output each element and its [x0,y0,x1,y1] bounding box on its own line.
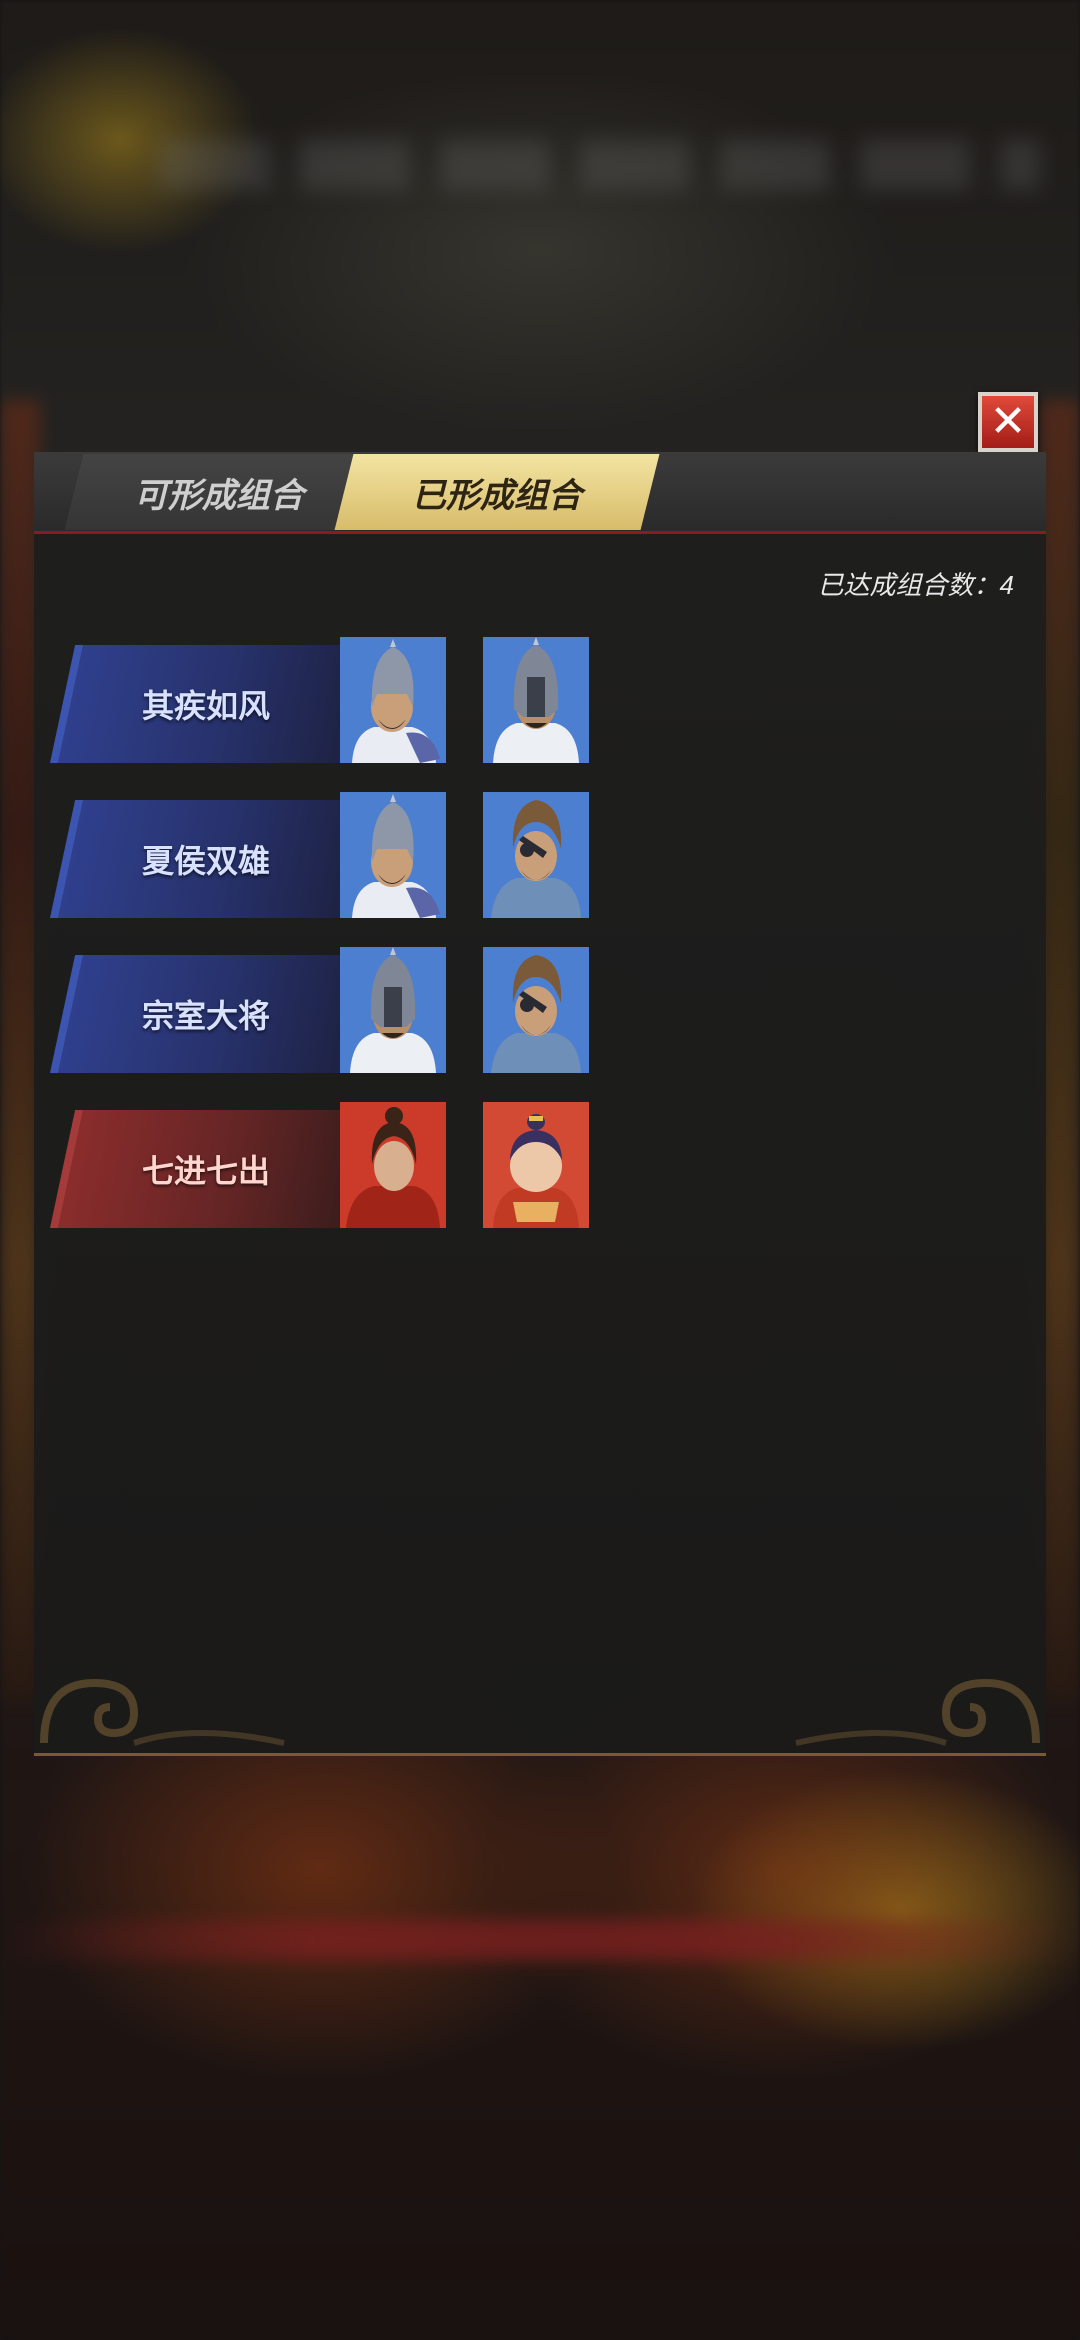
tab-available-combos[interactable]: 可形成组合 [64,454,374,530]
combo-row: 七进七出 [50,1102,750,1228]
close-button[interactable]: ✕ [978,392,1038,452]
child-hero-portrait[interactable] [483,1102,589,1228]
combo-name: 七进七出 [141,1153,270,1189]
helmet-hero-portrait[interactable] [340,637,446,763]
combo-row: 其疾如风 [50,637,750,763]
swirl-ornament-right [795,1678,1040,1746]
combination-panel: 可形成组合 已形成组合 已达成组合数：4 其疾如风 夏侯双雄 宗室大将 七进七出 [34,452,1046,1756]
combo-name: 夏侯双雄 [141,843,270,879]
combo-list: 其疾如风 夏侯双雄 宗室大将 七进七出 [50,637,750,1257]
close-icon: ✕ [989,396,1027,447]
combo-count: 已达成组合数：4 [817,570,1014,600]
tab-available-label: 可形成组合 [134,476,304,515]
combo-name: 宗室大将 [141,998,270,1034]
topknot-warrior-portrait[interactable] [340,1102,446,1228]
tab-bar: 可形成组合 已形成组合 [34,452,1046,534]
eyepatch-hero-portrait[interactable] [483,792,589,918]
eyepatch-hero-portrait[interactable] [483,947,589,1073]
helmet-hero-portrait[interactable] [340,792,446,918]
combo-row: 宗室大将 [50,947,750,1073]
tab-formed-label: 已形成组合 [412,476,582,515]
blurred-bottom-band [0,1920,1080,1960]
visored-hero-portrait[interactable] [340,947,446,1073]
swirl-ornament-left [40,1678,285,1746]
tab-formed-combos[interactable]: 已形成组合 [334,454,660,530]
blurred-right-edge [1040,400,1080,1700]
combo-name: 其疾如风 [141,688,270,724]
blurred-top-menu [160,140,1040,190]
combo-row: 夏侯双雄 [50,792,750,918]
visored-hero-portrait[interactable] [483,637,589,763]
